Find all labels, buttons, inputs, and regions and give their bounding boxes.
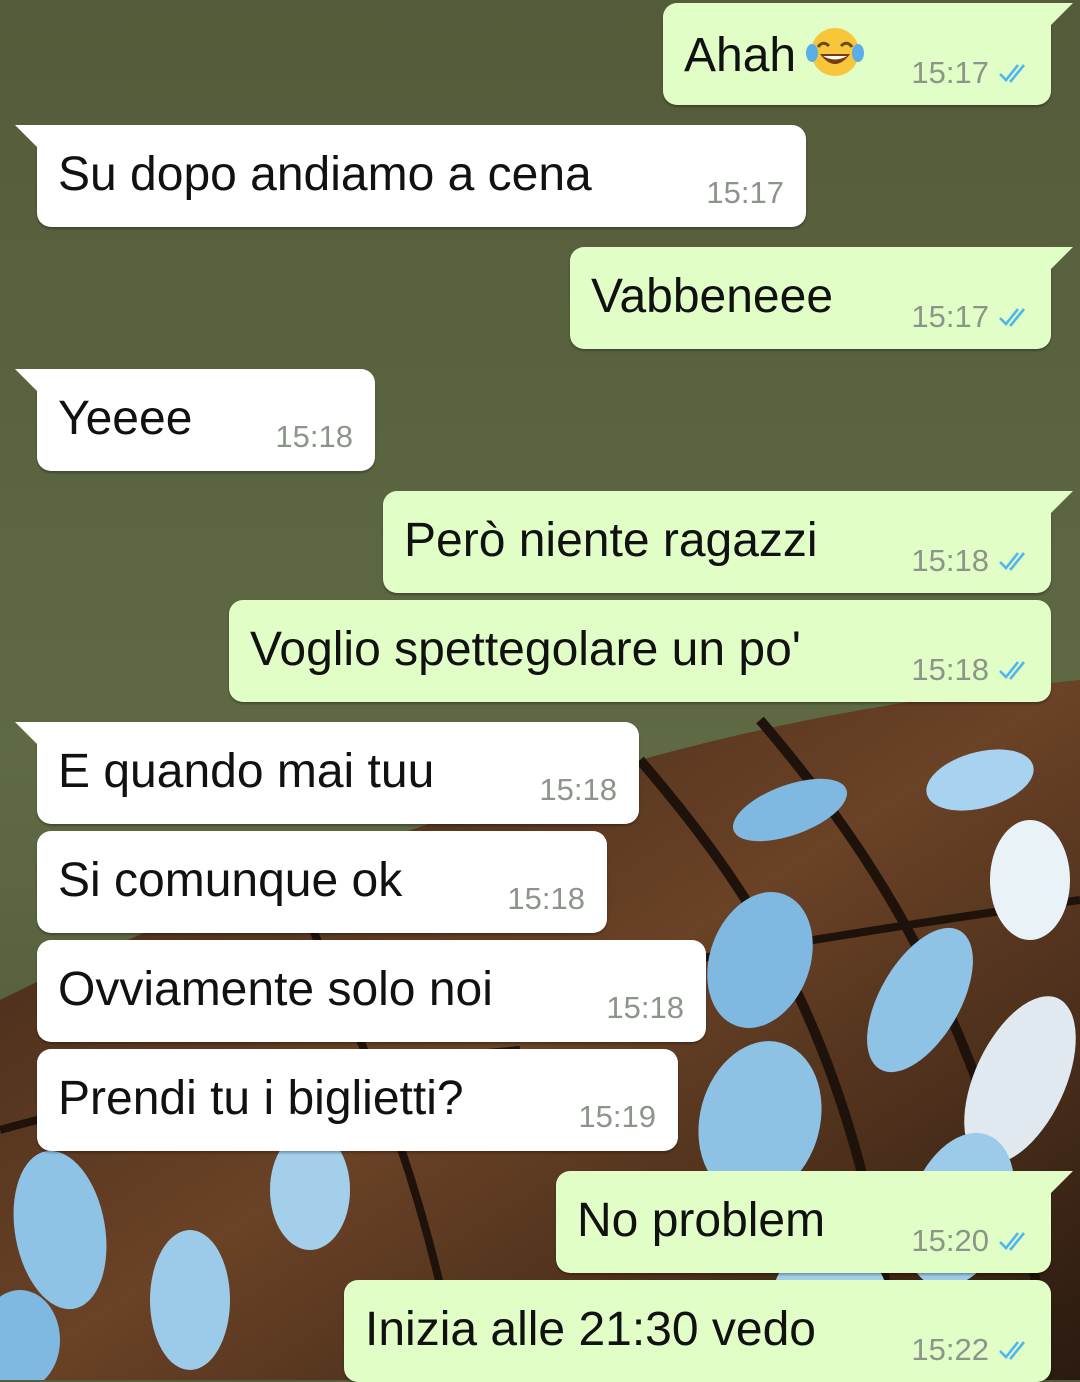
message-time: 15:17	[911, 55, 989, 90]
message-meta: 15:18	[507, 881, 585, 917]
outgoing-message[interactable]: Voglio spettegolare un po' 15:18	[229, 600, 1051, 702]
outgoing-message[interactable]: Vabbeneee 15:17	[570, 247, 1073, 349]
outgoing-message[interactable]: Ahah 15:17	[663, 3, 1073, 105]
message-meta: 15:18	[911, 652, 1029, 688]
message-time: 15:20	[911, 1223, 989, 1258]
double-check-read-icon	[999, 1232, 1026, 1251]
message-text: Yeeee	[58, 392, 193, 445]
message-meta: 15:19	[578, 1099, 656, 1135]
bubble-tail	[15, 722, 37, 744]
message-time: 15:22	[911, 1332, 989, 1367]
message-text: No problem	[577, 1194, 826, 1247]
message-time: 15:18	[606, 990, 684, 1025]
message-meta: 15:17	[911, 55, 1029, 91]
incoming-message[interactable]: Su dopo andiamo a cena 15:17	[15, 125, 806, 227]
incoming-message[interactable]: E quando mai tuu 15:18	[15, 722, 639, 824]
message-meta: 15:18	[911, 543, 1029, 579]
double-check-read-icon	[999, 64, 1026, 83]
bubble-tail	[1051, 247, 1073, 269]
message-text: Inizia alle 21:30 vedo	[365, 1303, 816, 1356]
message-meta: 15:22	[911, 1332, 1029, 1368]
incoming-message[interactable]: Prendi tu i biglietti? 15:19	[37, 1049, 678, 1151]
message-meta: 15:17	[911, 299, 1029, 335]
message-meta: 15:18	[539, 772, 617, 808]
message-text: Ovviamente solo noi	[58, 963, 493, 1016]
bubble-tail	[15, 125, 37, 147]
incoming-message[interactable]: Ovviamente solo noi 15:18	[37, 940, 706, 1042]
message-meta: 15:18	[275, 419, 353, 455]
bubble-tail	[1051, 3, 1073, 25]
double-check-read-icon	[999, 1341, 1026, 1360]
message-time: 15:18	[507, 881, 585, 916]
message-meta: 15:18	[606, 990, 684, 1026]
double-check-read-icon	[999, 661, 1026, 680]
message-time: 15:18	[911, 652, 989, 687]
message-time: 15:17	[706, 175, 784, 210]
message-meta: 15:17	[706, 175, 784, 211]
message-text: Però niente ragazzi	[404, 514, 818, 567]
message-meta: 15:20	[911, 1223, 1029, 1259]
message-time: 15:18	[539, 772, 617, 807]
bubble-tail	[1051, 1171, 1073, 1193]
incoming-message[interactable]: Yeeee 15:18	[15, 369, 375, 471]
message-text: Si comunque ok	[58, 854, 403, 907]
incoming-message[interactable]: Si comunque ok 15:18	[37, 831, 607, 933]
message-text: Prendi tu i biglietti?	[58, 1072, 464, 1125]
message-time: 15:18	[275, 419, 353, 454]
message-time: 15:19	[578, 1099, 656, 1134]
message-time: 15:17	[911, 299, 989, 334]
double-check-read-icon	[999, 308, 1026, 327]
outgoing-message[interactable]: No problem 15:20	[556, 1171, 1073, 1273]
message-list[interactable]: Ahah 15:17 Su dopo andiamo a cena 15:17 …	[0, 0, 1080, 1382]
message-text: Vabbeneee	[591, 270, 834, 323]
message-time: 15:18	[911, 543, 989, 578]
bubble-tail	[15, 369, 37, 391]
message-text: Voglio spettegolare un po'	[250, 623, 801, 676]
double-check-read-icon	[999, 552, 1026, 571]
message-text: Ahah	[684, 25, 865, 84]
message-text: Su dopo andiamo a cena	[58, 148, 592, 201]
joy-emoji-icon	[806, 28, 865, 76]
bubble-tail	[1051, 491, 1073, 513]
outgoing-message[interactable]: Inizia alle 21:30 vedo 15:22	[344, 1280, 1051, 1382]
message-text: E quando mai tuu	[58, 745, 435, 798]
outgoing-message[interactable]: Però niente ragazzi 15:18	[383, 491, 1073, 593]
